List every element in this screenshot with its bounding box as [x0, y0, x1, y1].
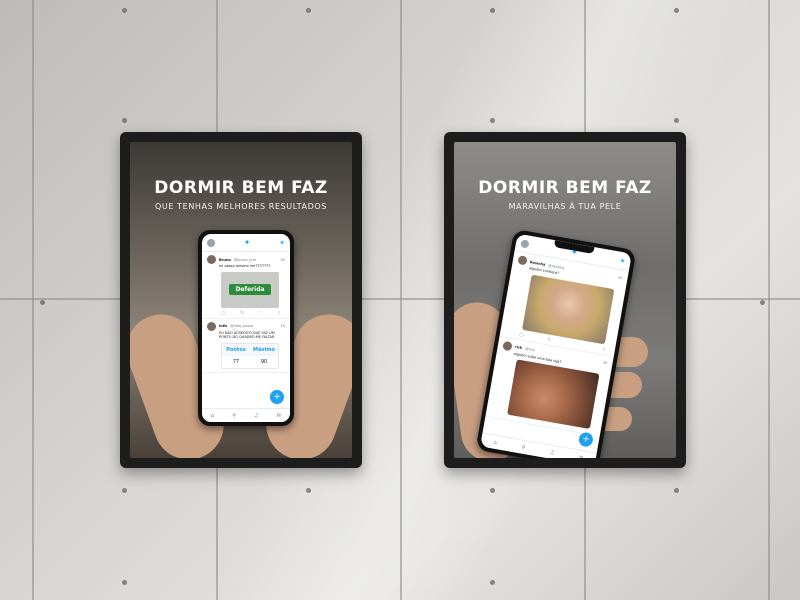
phone: ✦ ✶ Bruno @bruno_krm 2h eu posso mesmo v… [198, 230, 294, 426]
mail-icon[interactable]: ✉ [277, 413, 281, 419]
share-icon[interactable]: ⇧ [602, 346, 606, 352]
wall-tie-hole [122, 488, 127, 493]
wall-seam [32, 0, 34, 600]
score-value: 77 [232, 358, 240, 365]
retweet-icon[interactable]: ↻ [547, 336, 551, 342]
twitter-bird-icon: ✦ [243, 238, 251, 247]
wall-tie-hole [674, 8, 679, 13]
poster-headline: DORMIR BEM FAZ [478, 178, 652, 198]
tweet-time: 2h [280, 257, 285, 262]
wall-tie-hole [490, 488, 495, 493]
tweet-text: EU NÃO ACREDITO QUE FAZ UM PONTO DO QUAD… [219, 330, 275, 340]
tweet-handle: @ines_sousa [230, 324, 253, 329]
tweet-time: 1h [280, 324, 285, 329]
share-icon[interactable]: ⇧ [278, 310, 281, 315]
poster-photo: DORMIR BEM FAZ QUE TENHAS MELHORES RESUL… [130, 142, 352, 458]
avatar[interactable] [502, 340, 513, 351]
wall-tie-hole [760, 300, 765, 305]
bell-icon[interactable]: ♫ [549, 449, 554, 456]
poster-right: DORMIR BEM FAZ MARAVILHAS À TUA PELE ✦ ✶… [444, 132, 686, 468]
reply-icon[interactable]: ◯ [519, 331, 524, 337]
score-value: 90 [260, 358, 268, 365]
tweet[interactable]: Bruno @bruno_krm 2h eu posso mesmo ver??… [202, 252, 290, 319]
search-icon[interactable]: ⚲ [232, 413, 236, 419]
avatar[interactable] [520, 238, 530, 249]
twitter-header: ✦ ✶ [202, 234, 290, 252]
wall-tie-hole [122, 8, 127, 13]
score-header: Máximo [250, 343, 278, 356]
bell-icon[interactable]: ♫ [254, 413, 258, 419]
wall-tie-hole [122, 118, 127, 123]
tweet-handle: @rosinha [548, 262, 565, 270]
tweet-author: rick [514, 344, 523, 351]
compose-tweet-icon[interactable]: + [270, 390, 284, 404]
score-header: Pontos [222, 343, 250, 356]
avatar[interactable] [207, 321, 216, 331]
wall-tie-hole [490, 118, 495, 123]
search-icon[interactable]: ⚲ [521, 444, 526, 451]
like-icon[interactable]: ♡ [259, 310, 263, 315]
tweet-time: 1h [617, 275, 623, 280]
poster-subline: QUE TENHAS MELHORES RESULTADOS [155, 202, 327, 211]
poster-headline: DORMIR BEM FAZ [154, 178, 328, 198]
wall-tie-hole [490, 8, 495, 13]
wall-tie-hole [306, 8, 311, 13]
bottom-nav: ⌂ ⚲ ♫ ✉ [202, 408, 290, 422]
tweet-handle: @bruno_krm [233, 257, 257, 262]
tweet-text: eu posso mesmo ver???????? [219, 264, 271, 268]
tweet-author: Bruno [219, 257, 231, 262]
tweet-handle: @rick [524, 346, 536, 353]
tweet-actions: ◯ ↻ ♡ ⇧ [221, 310, 281, 315]
wall-tie-hole [306, 488, 311, 493]
wall-tie-hole [674, 118, 679, 123]
tweet-author: Inês [219, 324, 228, 329]
reply-icon[interactable]: ◯ [221, 310, 225, 315]
score-table: Pontos Máximo 77 90 [221, 342, 279, 369]
wall-seam [768, 0, 770, 600]
wall-tie-hole [40, 300, 45, 305]
retweet-icon[interactable]: ↻ [241, 310, 244, 315]
tweet-image[interactable] [507, 359, 600, 430]
like-icon[interactable]: ♡ [575, 341, 579, 347]
avatar[interactable] [517, 255, 528, 266]
wall-seam [400, 0, 402, 600]
avatar[interactable] [207, 238, 215, 247]
sparkle-icon[interactable]: ✶ [279, 239, 285, 247]
wall-tie-hole [122, 580, 127, 585]
home-icon[interactable]: ⌂ [211, 413, 214, 419]
sparkle-icon[interactable]: ✶ [619, 256, 626, 265]
twitter-screen: ✦ ✶ Bruno @bruno_krm 2h eu posso mesmo v… [202, 234, 290, 422]
home-icon[interactable]: ⌂ [493, 439, 497, 445]
tweet-author: Rosinha [529, 259, 546, 267]
tweet-time: 2h [602, 360, 608, 366]
tweet[interactable]: Inês @ines_sousa 1h EU NÃO ACREDITO QUE … [202, 319, 290, 373]
poster-photo: DORMIR BEM FAZ MARAVILHAS À TUA PELE ✦ ✶… [454, 142, 676, 458]
tweet-image[interactable]: Deferida [221, 271, 279, 308]
poster-left: DORMIR BEM FAZ QUE TENHAS MELHORES RESUL… [120, 132, 362, 468]
avatar[interactable] [207, 255, 216, 264]
wall-tie-hole [674, 488, 679, 493]
mail-icon[interactable]: ✉ [578, 454, 583, 458]
poster-subline: MARAVILHAS À TUA PELE [508, 202, 622, 211]
status-badge: Deferida [229, 284, 271, 296]
wall-tie-hole [490, 580, 495, 585]
